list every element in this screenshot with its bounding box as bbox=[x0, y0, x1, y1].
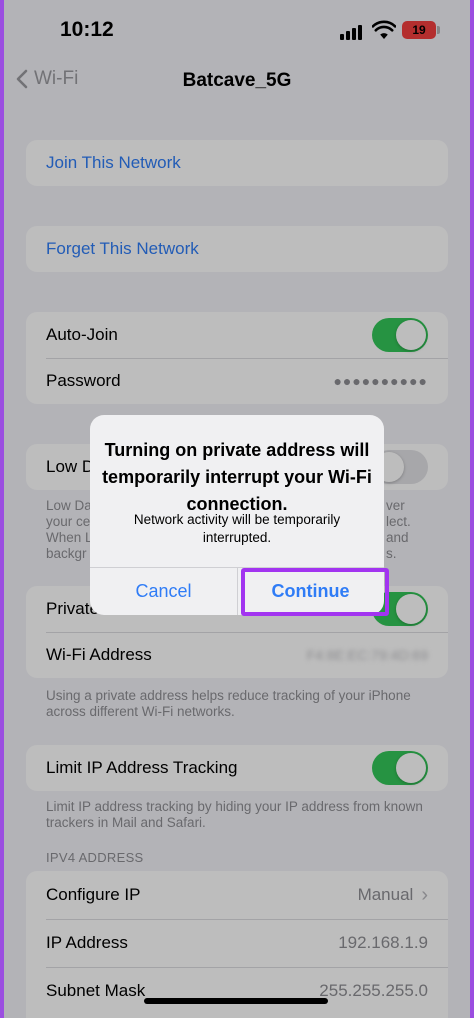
home-indicator[interactable] bbox=[144, 998, 328, 1004]
alert-title: Turning on private address will temporar… bbox=[102, 440, 372, 514]
alert-message: Network activity will be temporarily int… bbox=[133, 512, 341, 545]
continue-highlight-box bbox=[241, 568, 389, 616]
cancel-button[interactable]: Cancel bbox=[90, 568, 237, 615]
settings-screen: 10:12 19 Wi-Fi Batcave_5G Join This Netw… bbox=[4, 0, 470, 1018]
